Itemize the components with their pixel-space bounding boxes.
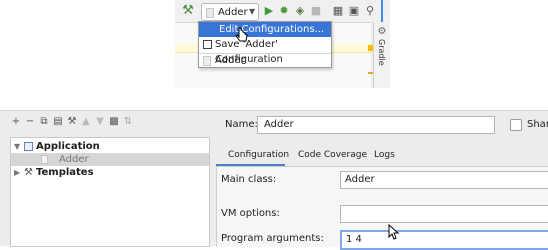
name-input[interactable]: Adder [257,116,495,134]
project-structure-icon[interactable]: ▦ [331,4,345,18]
mouse-cursor-icon [388,224,400,240]
file-icon [203,56,211,66]
program-arguments-label: Program arguments: [221,233,324,244]
file-icon [206,8,214,18]
adder-config-item[interactable]: Adder [199,53,331,68]
configuration-panel: Main class: Adder VM options: Program ar… [216,166,548,250]
remove-icon[interactable]: − [24,114,36,130]
wrench-icon: ⚒ [24,167,33,178]
debug-icon[interactable]: ✹ [277,4,291,18]
tab-logs[interactable]: Logs [374,144,395,166]
tree-toolbar: + − ⧉ ▤ ⚒ ▲ ▼ ▩ ⇅ [10,114,210,130]
file-icon [41,155,48,164]
program-arguments-input[interactable]: 1 4 [340,230,548,250]
edit-configurations-item[interactable]: Edit Configurations... [199,22,331,37]
move-up-icon[interactable]: ▲ [80,114,92,130]
tree-item-label: Application [36,141,100,152]
run-config-label: Adder [218,7,248,18]
tree-item-templates[interactable]: ▶ ⚒ Templates [11,166,209,179]
sort-icon[interactable]: ⇅ [122,114,134,130]
chevron-down-icon[interactable]: ▼ [14,140,20,153]
main-class-label: Main class: [221,174,277,185]
adder-config-label: Adder [215,55,245,66]
hammer-icon[interactable]: ⚒ [181,4,195,18]
tab-configuration[interactable]: Configuration [216,144,289,166]
ide-toolbar-area: ⚒ Adder ▼ ▶ ✹ ◈ ■ ▦ ▣ ⚲ ⚙ Gradle Edit Co… [175,0,390,88]
folder-icon[interactable]: ▩ [108,114,120,130]
gradle-icon[interactable]: ⚙ [376,26,388,38]
right-tool-strip: ⚙ Gradle [373,22,390,88]
copy-icon[interactable]: ⧉ [38,114,50,130]
run-config-combo[interactable]: Adder ▼ [201,3,259,21]
name-label: Name: [225,119,258,130]
tree-item-application[interactable]: ▼ Application [11,140,209,153]
coverage-icon[interactable]: ◈ [293,4,307,18]
move-down-icon[interactable]: ▼ [94,114,106,130]
stop-icon[interactable]: ■ [309,4,323,18]
save-icon [203,40,212,49]
tree-item-adder[interactable]: Adder [11,153,209,166]
tree-item-label: Adder [59,154,89,165]
chevron-right-icon[interactable]: ▶ [14,166,20,179]
tree-item-label: Templates [36,167,94,178]
chevron-down-icon: ▼ [249,7,256,16]
vm-options-input[interactable] [340,205,548,223]
frame-icon[interactable]: ▣ [347,4,361,18]
window-edge [381,0,383,22]
add-icon[interactable]: + [10,114,22,130]
application-icon [24,142,33,151]
search-icon[interactable]: ⚲ [363,4,377,18]
configuration-tree: ▼ Application Adder ▶ ⚒ Templates [10,137,210,247]
run-config-dropdown: Edit Configurations... Save 'Adder' Conf… [198,21,332,68]
save-icon[interactable]: ▤ [52,114,64,130]
run-icon[interactable]: ▶ [262,4,276,18]
run-debug-configurations-dialog: + − ⧉ ▤ ⚒ ▲ ▼ ▩ ⇅ ▼ Application Adder ▶ … [0,110,548,250]
mouse-cursor-icon [235,27,248,42]
main-class-input[interactable]: Adder [340,171,548,189]
share-label[interactable]: Share [527,118,548,132]
tab-bar: Configuration Code Coverage Logs [216,144,548,166]
gradle-tool-tab[interactable]: Gradle [375,39,387,69]
save-configuration-item[interactable]: Save 'Adder' Configuration [199,37,331,65]
vm-options-label: VM options: [221,208,280,219]
tab-code-coverage[interactable]: Code Coverage [298,144,367,166]
wrench-icon[interactable]: ⚒ [66,114,78,130]
share-checkbox[interactable] [510,119,522,131]
